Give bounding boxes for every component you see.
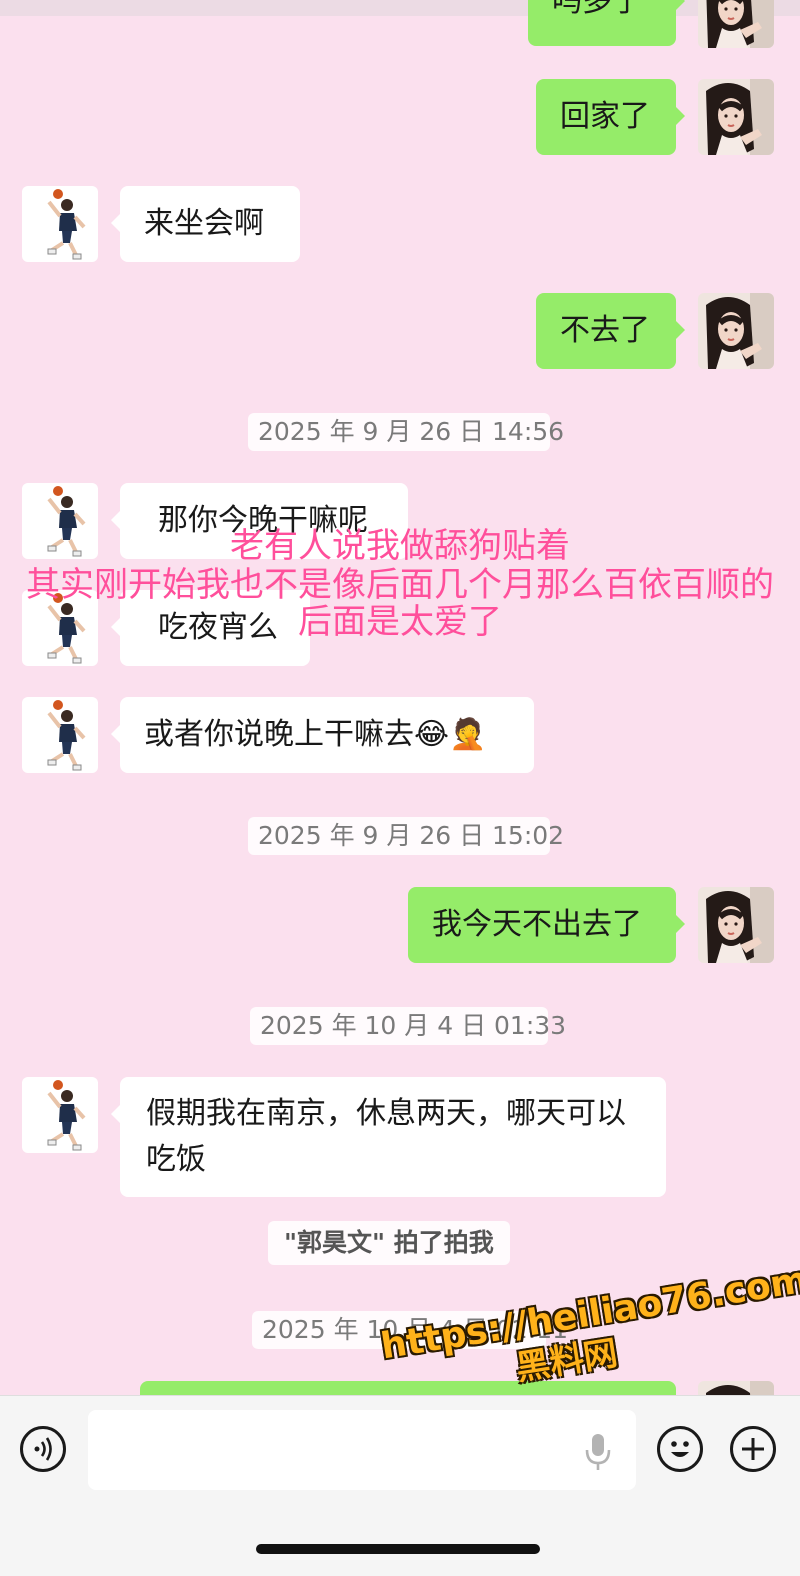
home-indicator bbox=[256, 1544, 540, 1554]
timestamp: 2025 年 9 月 26 日 14:56 bbox=[248, 413, 564, 451]
my-avatar-image bbox=[698, 887, 774, 963]
received-message[interactable]: 假期我在南京，休息两天，哪天可以吃饭 bbox=[111, 1077, 666, 1197]
microphone-icon[interactable] bbox=[584, 1432, 612, 1472]
received-message[interactable]: 来坐会啊 bbox=[111, 186, 300, 262]
received-message[interactable]: 或者你说晚上干嘛去😂🤦 bbox=[111, 697, 534, 773]
contact-avatar[interactable] bbox=[22, 186, 98, 262]
sent-message[interactable]: 回家了 bbox=[536, 79, 685, 155]
my-avatar-image bbox=[698, 293, 774, 369]
sent-message[interactable]: 吗多了 bbox=[528, 0, 685, 46]
emoji-laugh-facepalm: 😂🤦 bbox=[414, 717, 487, 752]
my-avatar-image bbox=[698, 0, 774, 48]
timestamp: 2025 年 9 月 26 日 15:02 bbox=[248, 817, 564, 855]
contact-avatar-image bbox=[22, 697, 98, 773]
my-avatar[interactable] bbox=[698, 0, 774, 48]
my-avatar[interactable] bbox=[698, 887, 774, 963]
my-avatar-image bbox=[698, 79, 774, 155]
timestamp: 2025 年 10 月 4 日 01:33 bbox=[250, 1007, 566, 1045]
emoji-button[interactable] bbox=[657, 1426, 703, 1472]
sent-message[interactable]: 不去了 bbox=[536, 293, 685, 369]
voice-icon bbox=[34, 1437, 52, 1461]
contact-avatar[interactable] bbox=[22, 697, 98, 773]
plus-button[interactable] bbox=[730, 1426, 776, 1472]
voice-button[interactable] bbox=[20, 1426, 66, 1472]
overlay-caption-line2: 其实刚开始我也不是像后面几个月那么百依百顺的 bbox=[26, 565, 774, 605]
my-avatar[interactable] bbox=[698, 293, 774, 369]
plus-icon bbox=[742, 1438, 764, 1460]
pat-system-message: "郭昊文" 拍了拍我 bbox=[268, 1221, 510, 1265]
message-input[interactable] bbox=[88, 1410, 636, 1490]
overlay-caption-line3: 后面是太爱了 bbox=[298, 602, 502, 642]
sent-message[interactable]: 我今天不出去了 bbox=[408, 887, 685, 963]
my-avatar[interactable] bbox=[698, 79, 774, 155]
contact-avatar-image bbox=[22, 186, 98, 262]
overlay-caption-line1: 老有人说我做舔狗贴着 bbox=[230, 526, 570, 566]
emoji-icon bbox=[671, 1441, 689, 1457]
contact-avatar[interactable] bbox=[22, 1077, 98, 1153]
contact-avatar-image bbox=[22, 1077, 98, 1153]
